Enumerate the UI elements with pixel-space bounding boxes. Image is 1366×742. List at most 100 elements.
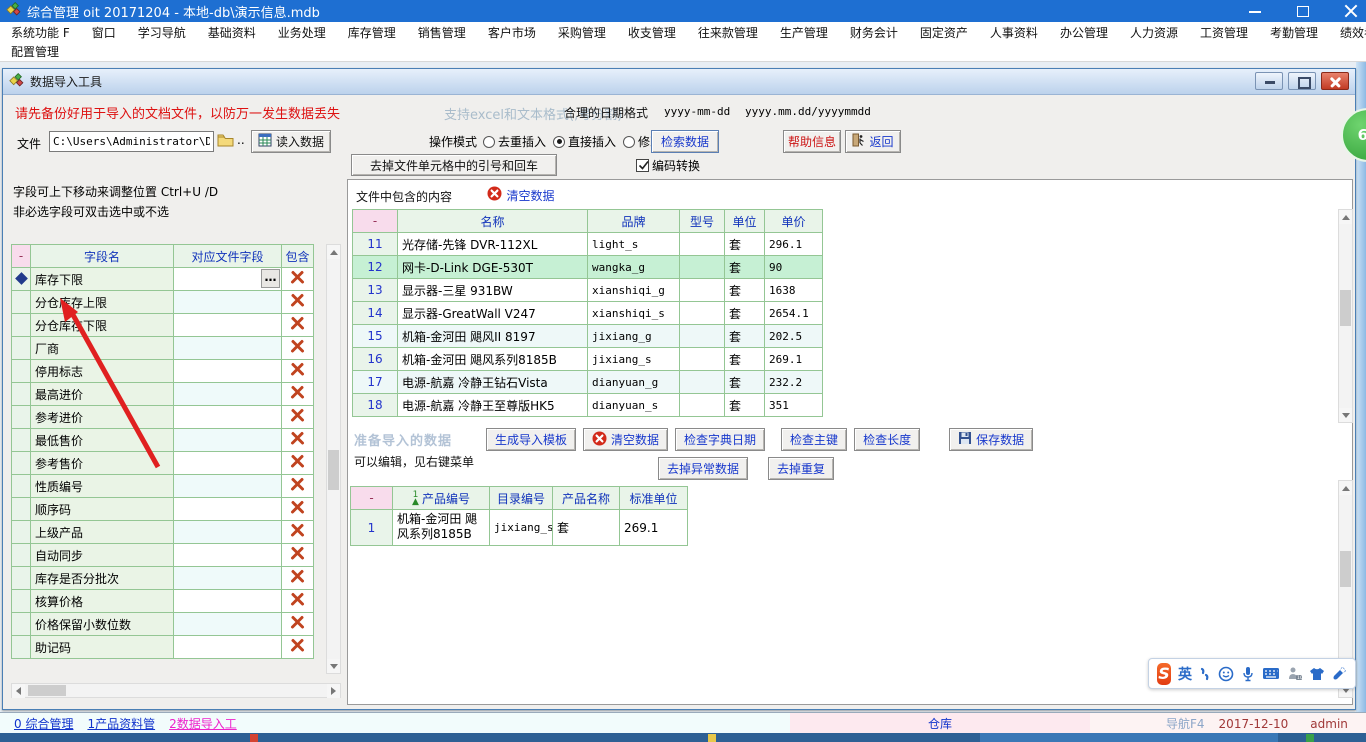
field-mapping-cell[interactable] — [174, 544, 282, 567]
content-cell[interactable] — [680, 325, 725, 348]
field-name-cell[interactable]: 停用标志 — [31, 360, 174, 383]
encoding-checkbox[interactable] — [636, 159, 649, 172]
keyboard-icon[interactable] — [1262, 667, 1280, 680]
content-cell[interactable]: 18 — [353, 394, 398, 417]
field-mapping-cell[interactable] — [174, 337, 282, 360]
content-cell[interactable]: light_s — [588, 233, 680, 256]
exclude-x-icon[interactable] — [290, 619, 305, 633]
exclude-x-icon[interactable] — [290, 320, 305, 334]
field-mapping-cell[interactable] — [174, 521, 282, 544]
field-row[interactable]: 厂商 — [12, 337, 314, 360]
exclude-x-icon[interactable] — [290, 573, 305, 587]
field-row[interactable]: 分仓库存下限 — [12, 314, 314, 337]
field-include-cell[interactable] — [282, 406, 314, 429]
import-cell[interactable]: 机箱-金河田 飓风系列8185B — [393, 510, 490, 546]
user-level-icon[interactable]: 10 — [1287, 666, 1302, 681]
content-cell[interactable]: 机箱-金河田 飓风II 8197 — [398, 325, 588, 348]
return-button[interactable]: 返回 — [845, 130, 901, 153]
taskbar-icon[interactable] — [708, 734, 716, 742]
field-mapping-cell[interactable] — [174, 360, 282, 383]
field-mapping-cell[interactable] — [174, 452, 282, 475]
field-row[interactable]: 价格保留小数位数 — [12, 613, 314, 636]
field-include-cell[interactable] — [282, 337, 314, 360]
exclude-x-icon[interactable] — [290, 435, 305, 449]
field-include-cell[interactable] — [282, 498, 314, 521]
exclude-x-icon[interactable] — [290, 297, 305, 311]
menu-item-7[interactable]: 客户市场 — [477, 24, 547, 41]
field-name-cell[interactable]: 库存下限 — [31, 268, 174, 291]
os-taskbar[interactable] — [0, 733, 1366, 742]
field-include-cell[interactable] — [282, 544, 314, 567]
content-cell[interactable]: xianshiqi_s — [588, 302, 680, 325]
content-cell[interactable]: 351 — [765, 394, 823, 417]
content-cell[interactable]: 套 — [725, 325, 765, 348]
field-name-cell[interactable]: 价格保留小数位数 — [31, 613, 174, 636]
content-cell[interactable]: xianshiqi_g — [588, 279, 680, 302]
scroll-down-icon[interactable] — [1339, 408, 1352, 422]
import-cell[interactable]: 套 — [553, 510, 620, 546]
fields-table-scrollbar[interactable] — [326, 244, 341, 674]
content-cell[interactable]: 电源-航嘉 冷静王至尊版HK5 — [398, 394, 588, 417]
clear-import-data-button[interactable]: 清空数据 — [583, 428, 668, 451]
encoding-checkbox-row[interactable]: 编码转换 — [636, 157, 700, 174]
menu-item-10[interactable]: 往来款管理 — [687, 24, 769, 41]
mapping-browse-button[interactable]: … — [261, 269, 280, 288]
content-cell[interactable]: 269.1 — [765, 348, 823, 371]
content-cell[interactable] — [680, 371, 725, 394]
content-cell[interactable]: 套 — [725, 371, 765, 394]
content-cell[interactable]: 显示器-三星 931BW — [398, 279, 588, 302]
menu-item-3[interactable]: 基础资料 — [197, 24, 267, 41]
content-cell[interactable]: 显示器-GreatWall V247 — [398, 302, 588, 325]
menu-item-19[interactable]: 绩效考核 — [1329, 24, 1366, 41]
menu-item-16[interactable]: 人力资源 — [1119, 24, 1189, 41]
field-name-cell[interactable]: 分仓库存上限 — [31, 291, 174, 314]
field-mapping-cell[interactable] — [174, 383, 282, 406]
content-cell[interactable]: 12 — [353, 256, 398, 279]
content-row[interactable]: 13显示器-三星 931BWxianshiqi_g套1638 — [353, 279, 823, 302]
content-cell[interactable]: 电源-航嘉 冷静王钻石Vista — [398, 371, 588, 394]
field-row[interactable]: 自动同步 — [12, 544, 314, 567]
hscrollbar-thumb[interactable] — [28, 685, 66, 696]
open-folder-icon[interactable] — [217, 133, 234, 150]
menu-item-6[interactable]: 销售管理 — [407, 24, 477, 41]
maximize-icon[interactable] — [1296, 4, 1310, 18]
window-link-0[interactable]: 0 综合管理 — [14, 715, 73, 732]
taskbar-icon[interactable] — [250, 734, 258, 742]
exclude-x-icon[interactable] — [290, 458, 305, 472]
field-name-cell[interactable]: 参考售价 — [31, 452, 174, 475]
content-cell[interactable] — [680, 302, 725, 325]
field-name-cell[interactable]: 库存是否分批次 — [31, 567, 174, 590]
radio-mode-0[interactable]: 去重插入 — [483, 133, 546, 150]
menu-item-14[interactable]: 人事资料 — [979, 24, 1049, 41]
browse-more-button[interactable]: .. — [237, 133, 245, 147]
exclude-x-icon[interactable] — [290, 550, 305, 564]
field-mapping-cell[interactable] — [174, 613, 282, 636]
field-row[interactable]: 顺序码 — [12, 498, 314, 521]
scroll-up-icon[interactable] — [1339, 210, 1352, 224]
nav-f4-label[interactable]: 导航F4 — [1166, 715, 1205, 732]
content-row[interactable]: 12网卡-D-Link DGE-530Twangka_g套90 — [353, 256, 823, 279]
emoji-icon[interactable] — [1218, 666, 1234, 682]
taskbar-icon[interactable] — [1306, 734, 1314, 742]
field-name-cell[interactable]: 分仓库存下限 — [31, 314, 174, 337]
import-cell[interactable]: jixiang_s — [490, 510, 553, 546]
microphone-icon[interactable] — [1241, 666, 1255, 682]
exclude-x-icon[interactable] — [290, 343, 305, 357]
exclude-x-icon[interactable] — [290, 504, 305, 518]
content-cell[interactable] — [680, 348, 725, 371]
menu-item-row2-0[interactable]: 配置管理 — [0, 43, 70, 60]
field-include-cell[interactable] — [282, 521, 314, 544]
wrench-icon[interactable] — [1332, 666, 1347, 681]
scroll-right-icon[interactable] — [327, 684, 340, 698]
content-cell[interactable]: 套 — [725, 256, 765, 279]
field-include-cell[interactable] — [282, 360, 314, 383]
content-cell[interactable]: jixiang_s — [588, 348, 680, 371]
content-cell[interactable]: 机箱-金河田 飓风系列8185B — [398, 348, 588, 371]
file-path-input[interactable] — [49, 131, 214, 152]
field-mapping-cell[interactable] — [174, 590, 282, 613]
field-include-cell[interactable] — [282, 613, 314, 636]
dialog-minimize-icon[interactable] — [1255, 72, 1283, 90]
content-cell[interactable]: 光存储-先锋 DVR-112XL — [398, 233, 588, 256]
content-cell[interactable] — [680, 233, 725, 256]
field-mapping-cell[interactable] — [174, 291, 282, 314]
